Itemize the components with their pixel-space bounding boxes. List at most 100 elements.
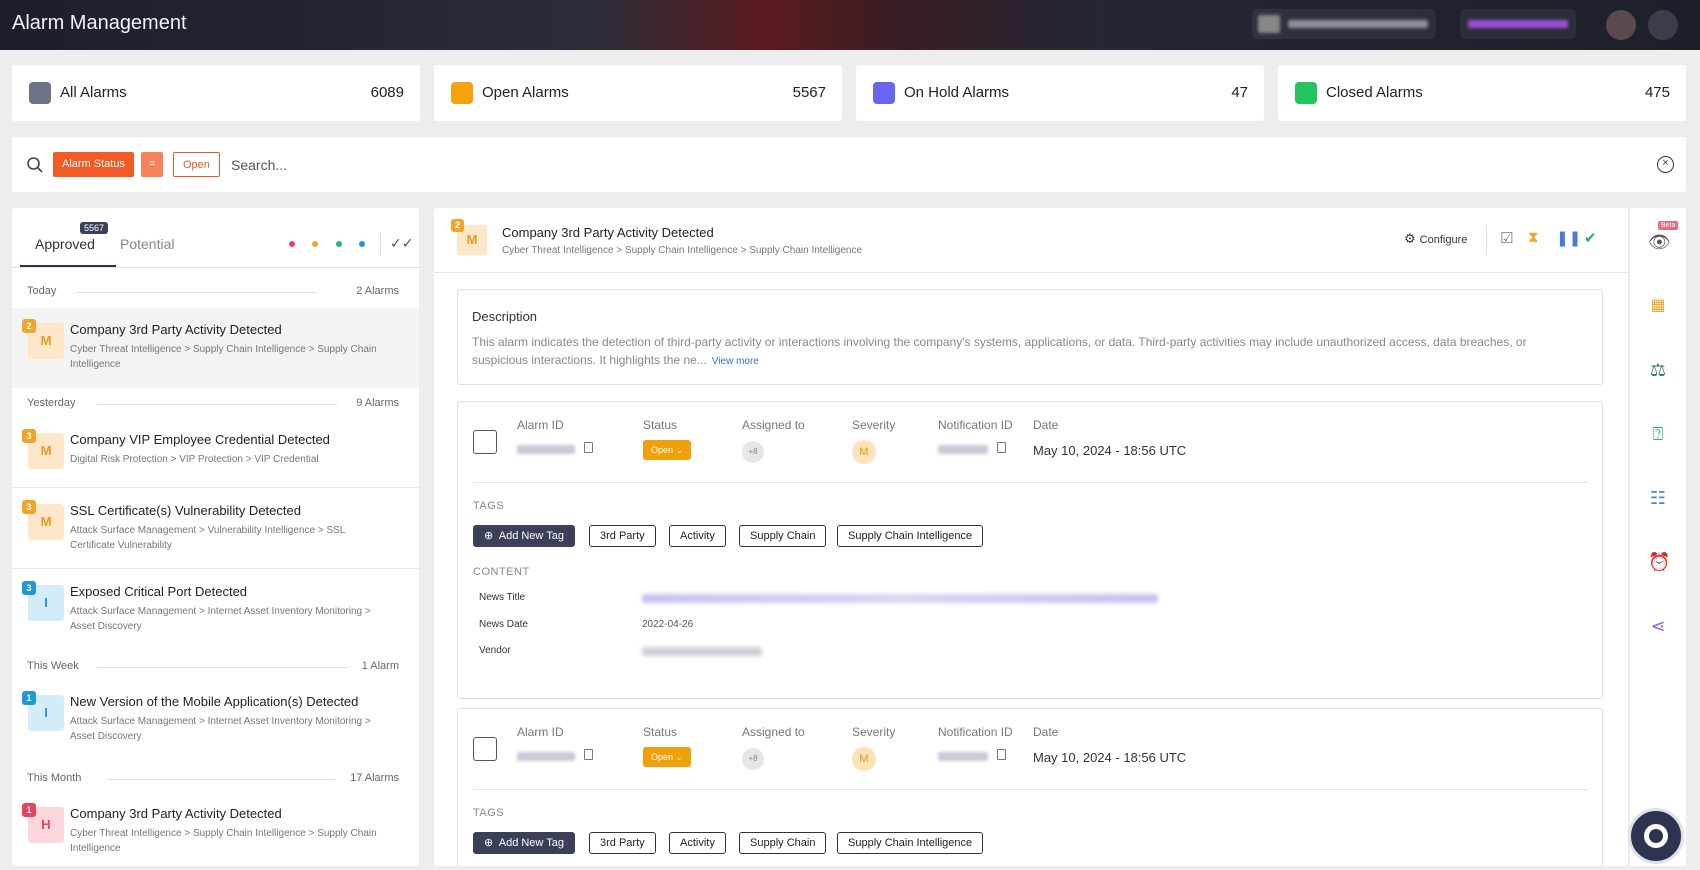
stat-count: 6089 xyxy=(370,84,404,101)
field-label: Notification ID xyxy=(938,418,1013,432)
alarm-count-badge: 3 xyxy=(22,429,36,443)
stat-count: 475 xyxy=(1644,84,1670,101)
filter-dot-info[interactable] xyxy=(359,241,365,247)
alarm-title: New Version of the Mobile Application(s)… xyxy=(70,694,359,709)
stat-label: Open Alarms xyxy=(482,84,569,101)
select-checkbox[interactable] xyxy=(473,737,497,761)
alarm-card: Alarm ID Status Open ⌄ Assigned to +8 Se… xyxy=(457,401,1603,699)
tab-potential[interactable]: Potential xyxy=(120,236,174,252)
group-this-month: This Month 17 Alarms xyxy=(12,769,419,789)
content-row-label: News Date xyxy=(479,619,528,630)
profile-icon[interactable] xyxy=(1648,10,1678,40)
detail-path: Cyber Threat Intelligence > Supply Chain… xyxy=(502,245,863,256)
open-alarms-swatch xyxy=(451,82,473,104)
status-dropdown[interactable]: Open ⌄ xyxy=(643,440,692,460)
filter-dot-medium[interactable] xyxy=(312,241,318,247)
notification-icon[interactable] xyxy=(1606,10,1636,40)
list-item[interactable]: H 1 Company 3rd Party Activity Detected … xyxy=(12,792,419,866)
alarm-detail-panel: M 2 Company 3rd Party Activity Detected … xyxy=(434,208,1628,866)
filter-field-chip[interactable]: Alarm Status xyxy=(53,152,134,177)
hourglass-icon[interactable]: ⧗ xyxy=(1528,229,1539,246)
tag[interactable]: Supply Chain xyxy=(739,525,827,547)
list-item[interactable]: M 2 Company 3rd Party Activity Detected … xyxy=(12,308,419,388)
content-row-label: Vendor xyxy=(479,645,511,656)
tag[interactable]: Activity xyxy=(669,525,726,547)
tag[interactable]: Supply Chain Intelligence xyxy=(837,525,984,547)
list-item[interactable]: I 1 New Version of the Mobile Applicatio… xyxy=(12,680,419,760)
list-item[interactable]: M 3 Company VIP Employee Credential Dete… xyxy=(12,418,419,488)
scale-icon[interactable]: ⚖ xyxy=(1648,360,1668,380)
grid-icon[interactable]: ▦ xyxy=(1648,296,1668,316)
stat-label: Closed Alarms xyxy=(1326,84,1423,101)
filter-value-chip[interactable]: Open xyxy=(173,152,220,177)
alarm-path: Cyber Threat Intelligence > Supply Chain… xyxy=(70,344,377,370)
alarm-count-badge: 2 xyxy=(22,319,36,333)
alarm-count-badge: 3 xyxy=(22,581,36,595)
select-checkbox[interactable] xyxy=(473,430,497,454)
severity-badge: M xyxy=(852,747,876,771)
field-label: Date xyxy=(1033,725,1059,739)
stat-all-alarms[interactable]: All Alarms 6089 xyxy=(12,65,420,121)
group-count: 9 Alarms xyxy=(356,397,399,409)
stat-on-hold-alarms[interactable]: On Hold Alarms 47 xyxy=(856,65,1264,121)
description-box: Description This alarm indicates the det… xyxy=(457,289,1603,385)
content-row-label: News Title xyxy=(479,592,526,603)
view-more-link[interactable]: View more xyxy=(712,356,759,367)
stat-open-alarms[interactable]: Open Alarms 5567 xyxy=(434,65,842,121)
copy-icon[interactable] xyxy=(997,749,1006,760)
alarm-title: Exposed Critical Port Detected xyxy=(70,584,248,599)
field-label: Severity xyxy=(852,725,896,739)
group-yesterday: Yesterday 9 Alarms xyxy=(12,394,419,414)
assign-user-icon[interactable]: +8 xyxy=(742,748,764,770)
group-count: 17 Alarms xyxy=(350,772,399,784)
status-value: Open xyxy=(651,752,674,762)
news-title-value-blurred[interactable] xyxy=(642,594,1158,603)
tag[interactable]: Activity xyxy=(669,832,726,854)
configure-button[interactable]: ⚙ Configure xyxy=(1404,231,1467,247)
filter-operator-chip[interactable]: = xyxy=(141,152,164,177)
add-tag-button[interactable]: ⊕ Add New Tag xyxy=(473,832,575,854)
user-account-blurred[interactable] xyxy=(1252,9,1436,39)
alarm-id-value-blurred xyxy=(517,445,575,454)
check-icon[interactable]: ✔ xyxy=(1584,229,1597,247)
tag[interactable]: 3rd Party xyxy=(589,525,656,547)
list-item[interactable]: I 3 Exposed Critical Port Detected Attac… xyxy=(12,570,419,650)
tag[interactable]: 3rd Party xyxy=(589,832,656,854)
stat-closed-alarms[interactable]: Closed Alarms 475 xyxy=(1278,65,1686,121)
help-support-button[interactable] xyxy=(1628,808,1684,864)
group-count: 1 Alarm xyxy=(361,660,399,672)
status-dropdown[interactable]: Open ⌄ xyxy=(643,747,692,767)
share-icon[interactable]: ⋖ xyxy=(1648,616,1668,636)
search-bar: Alarm Status = Open × xyxy=(12,137,1686,192)
copy-icon[interactable] xyxy=(584,749,593,760)
filter-dot-high[interactable] xyxy=(289,241,295,247)
clear-search-icon[interactable]: × xyxy=(1657,156,1674,173)
stat-label: On Hold Alarms xyxy=(904,84,1010,101)
list-item[interactable]: M 3 SSL Certificate(s) Vulnerability Det… xyxy=(12,489,419,569)
news-date-value: 2022-04-26 xyxy=(642,619,694,630)
alarm-list-tabs: Approved 5567 Potential ✓✓ xyxy=(12,208,419,268)
copy-icon[interactable] xyxy=(997,442,1006,453)
description-body: This alarm indicates the detection of th… xyxy=(472,335,1527,367)
stat-count: 47 xyxy=(1231,84,1248,101)
add-tag-button[interactable]: ⊕ Add New Tag xyxy=(473,525,575,547)
filter-dot-low[interactable] xyxy=(336,241,342,247)
bulk-select-icon[interactable]: ☑ xyxy=(1500,229,1513,247)
search-input[interactable] xyxy=(231,153,1431,177)
question-chat-icon[interactable]: ⍰ xyxy=(1648,424,1668,444)
tag[interactable]: Supply Chain xyxy=(739,832,827,854)
assign-user-icon[interactable]: +8 xyxy=(742,441,764,463)
alarm-clock-icon[interactable]: ⏰ xyxy=(1648,552,1670,572)
organization-selector-blurred[interactable] xyxy=(1460,9,1576,39)
gear-icon: ⚙ xyxy=(1404,231,1416,246)
copy-icon[interactable] xyxy=(584,442,593,453)
tab-approved[interactable]: Approved xyxy=(35,236,95,252)
eye-icon[interactable]: 👁 xyxy=(1648,232,1671,252)
pause-icon[interactable]: ❚❚ xyxy=(1556,229,1581,247)
notification-id-value-blurred xyxy=(938,445,988,454)
group-name: This Week xyxy=(27,660,87,672)
field-label: Status xyxy=(643,418,678,432)
comments-icon[interactable]: ☷ xyxy=(1648,488,1668,508)
mark-all-read-icon[interactable]: ✓✓ xyxy=(390,235,413,252)
tag[interactable]: Supply Chain Intelligence xyxy=(837,832,984,854)
